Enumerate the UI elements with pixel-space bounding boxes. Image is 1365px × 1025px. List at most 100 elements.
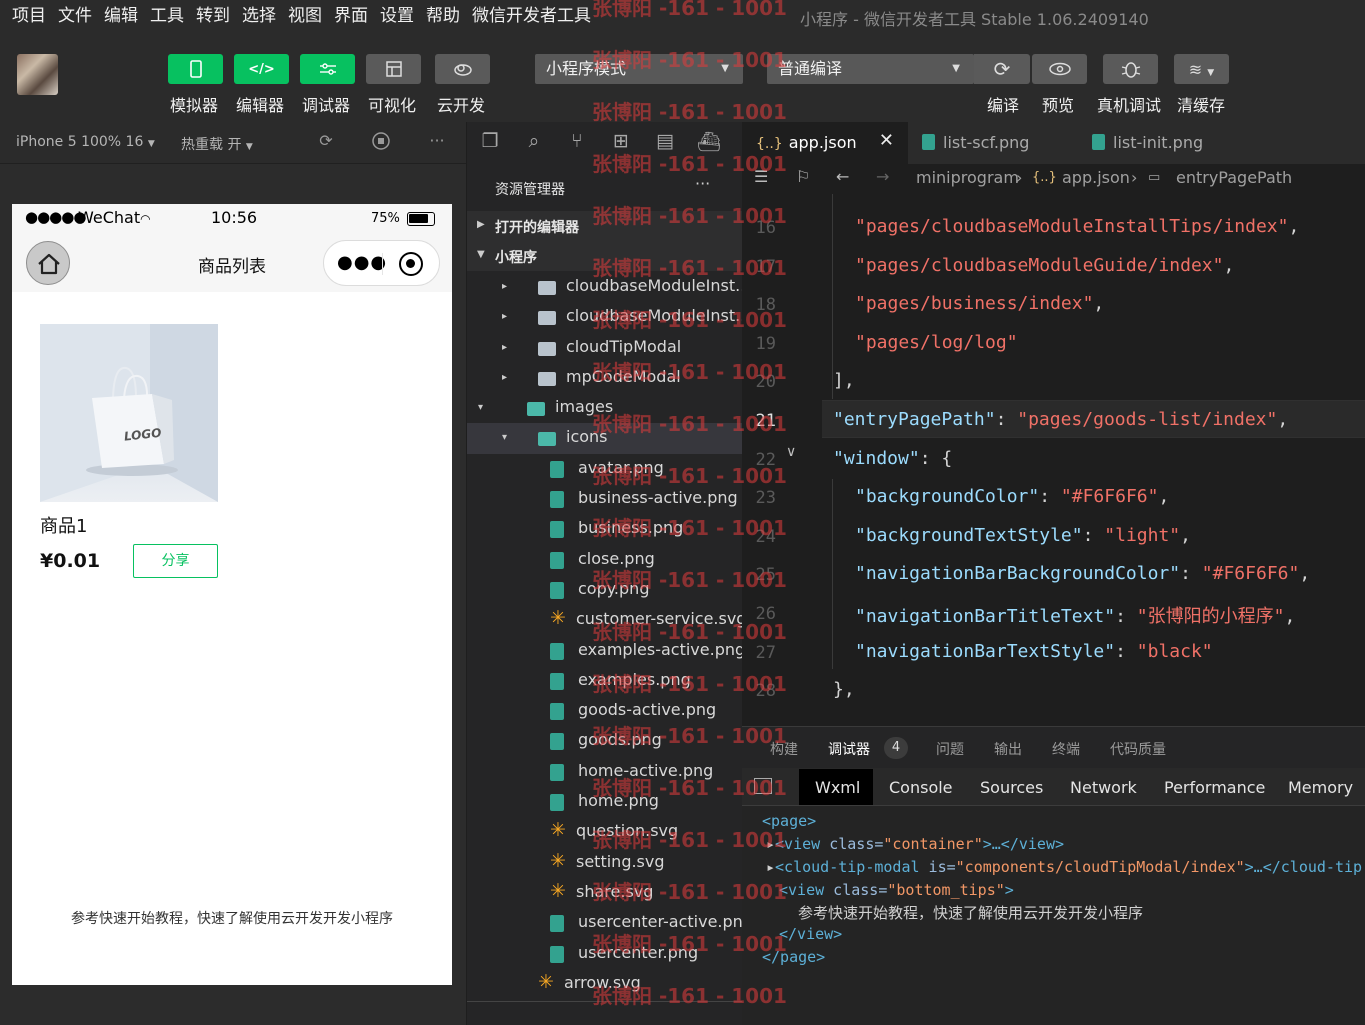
compile-button[interactable]: ⟳ bbox=[974, 54, 1030, 84]
file-item[interactable]: usercenter.png bbox=[467, 939, 742, 969]
code-token: "pages/goods-list/index" bbox=[1017, 409, 1278, 430]
file-item[interactable]: ✳ setting.svg bbox=[467, 848, 742, 878]
file-item[interactable]: goods.png bbox=[467, 726, 742, 756]
tab-issues[interactable]: 问题 bbox=[936, 739, 964, 759]
preview-button[interactable] bbox=[1032, 54, 1087, 84]
search-icon[interactable]: ⌕ bbox=[521, 130, 547, 156]
menu-item[interactable]: 界面 bbox=[334, 4, 368, 28]
more-dots-icon[interactable]: ●●● bbox=[337, 252, 387, 273]
project-section[interactable]: ▼ 小程序 bbox=[467, 241, 742, 271]
code-editor[interactable]: 16 17 18 19 20 21 22 23 24 25 26 27 28 ∨ "pages/clou… bbox=[742, 194, 1365, 726]
file-item[interactable]: business-active.png bbox=[467, 484, 742, 514]
tab-output[interactable]: 输出 bbox=[994, 739, 1022, 759]
tab-debugger[interactable]: 调试器 bbox=[828, 739, 870, 759]
devtools-tab-performance[interactable]: Performance bbox=[1164, 778, 1265, 797]
avatar[interactable] bbox=[17, 54, 58, 95]
extensions-icon[interactable]: ⊞ bbox=[608, 130, 634, 156]
tab-terminal[interactable]: 终端 bbox=[1052, 739, 1080, 759]
cloud-button[interactable] bbox=[435, 54, 490, 84]
clear-cache-button[interactable]: ≋ ▼ bbox=[1174, 54, 1229, 84]
file-item[interactable]: avatar.png bbox=[467, 454, 742, 484]
file-item[interactable]: ✳ share.svg bbox=[467, 878, 742, 908]
menu-item[interactable]: 转到 bbox=[196, 4, 230, 28]
debugger-button[interactable] bbox=[300, 54, 355, 84]
file-item[interactable]: usercenter-active.png bbox=[467, 908, 742, 938]
breadcrumb-file[interactable]: app.json bbox=[1062, 168, 1130, 187]
forward-arrow-icon[interactable]: → bbox=[876, 167, 889, 186]
visual-label: 可视化 bbox=[368, 96, 417, 115]
devtools-tab-wxml[interactable]: Wxml bbox=[815, 778, 860, 797]
back-arrow-icon[interactable]: ← bbox=[836, 167, 849, 186]
devtools-tab-sources[interactable]: Sources bbox=[980, 778, 1043, 797]
file-item[interactable]: copy.png bbox=[467, 575, 742, 605]
close-mini-program-icon[interactable] bbox=[399, 252, 423, 276]
rotate-icon[interactable]: ⟳ bbox=[314, 131, 338, 155]
menu-item[interactable]: 设置 bbox=[380, 4, 414, 28]
more-icon[interactable]: ··· bbox=[695, 174, 710, 193]
remote-debug-button[interactable] bbox=[1103, 54, 1158, 84]
stop-icon[interactable] bbox=[369, 131, 393, 155]
outline-icon[interactable]: ▤ bbox=[652, 130, 678, 156]
file-item[interactable]: goods-active.png bbox=[467, 696, 742, 726]
breadcrumb-symbol[interactable]: entryPagePath bbox=[1176, 168, 1292, 187]
tab-list-scf-png[interactable]: list-scf.png bbox=[908, 122, 1078, 164]
image-file-icon bbox=[550, 794, 564, 812]
close-icon[interactable]: ✕ bbox=[879, 130, 894, 151]
menu-item[interactable]: 视图 bbox=[288, 4, 322, 28]
folder-item[interactable]: ▸ mpCodeModal bbox=[467, 363, 742, 393]
mode-select[interactable]: 小程序模式 ▼ bbox=[535, 54, 743, 84]
file-item[interactable]: home.png bbox=[467, 787, 742, 817]
compile-mode-select[interactable]: 普通编译 ▼ bbox=[767, 54, 974, 84]
tab-build[interactable]: 构建 bbox=[770, 739, 798, 759]
wxml-bottom-tips-node[interactable]: <view class="bottom_tips"> bbox=[779, 881, 1014, 899]
list-icon[interactable]: ☰ bbox=[754, 167, 768, 186]
files-icon[interactable]: ❐ bbox=[477, 130, 503, 156]
file-item[interactable]: ✳ question.svg bbox=[467, 817, 742, 847]
folder-item[interactable]: ▸ cloudbaseModuleInst... bbox=[467, 302, 742, 332]
goods-image[interactable]: LOGO bbox=[40, 324, 218, 502]
tab-list-init-png[interactable]: list-init.png bbox=[1078, 122, 1248, 164]
git-branch-icon[interactable]: ⑂ bbox=[564, 130, 590, 156]
device-select[interactable]: iPhone 5 100% 16 ▼ bbox=[16, 134, 155, 150]
wxml-page-open[interactable]: <page> bbox=[762, 812, 816, 830]
file-item[interactable]: ✳ customer-service.svg bbox=[467, 605, 742, 635]
menu-item[interactable]: 工具 bbox=[150, 4, 184, 28]
inspect-element-icon[interactable] bbox=[754, 778, 772, 794]
file-item[interactable]: ✳ arrow.svg bbox=[467, 969, 742, 999]
folder-item[interactable]: ▸ cloudTipModal bbox=[467, 333, 742, 363]
folder-item[interactable]: ▸ cloudbaseModuleInst... bbox=[467, 272, 742, 302]
devtools-tab-network[interactable]: Network bbox=[1070, 778, 1137, 797]
breadcrumb-root[interactable]: miniprogram bbox=[916, 168, 1019, 187]
file-item[interactable]: examples-active.png bbox=[467, 636, 742, 666]
wxml-container-node[interactable]: ▸<view class="container">…</view> bbox=[766, 835, 1064, 853]
share-button[interactable]: 分享 bbox=[133, 544, 218, 578]
file-item[interactable]: close.png bbox=[467, 545, 742, 575]
devtools-tab-memory[interactable]: Memory bbox=[1288, 778, 1353, 797]
file-item[interactable]: home-active.png bbox=[467, 757, 742, 787]
menu-item[interactable]: 微信开发者工具 bbox=[472, 4, 591, 28]
docker-icon[interactable]: ⛴ bbox=[696, 130, 722, 156]
file-name: setting.svg bbox=[576, 851, 665, 871]
folder-item[interactable]: ▾ images bbox=[467, 393, 742, 423]
visual-button[interactable] bbox=[366, 54, 421, 84]
editor-button[interactable]: </> bbox=[234, 54, 289, 84]
simulator-button[interactable] bbox=[168, 54, 223, 84]
devtools-tab-console[interactable]: Console bbox=[889, 778, 953, 797]
wxml-cloud-tip-node[interactable]: ▸<cloud-tip-modal is="components/cloudTi… bbox=[766, 858, 1362, 876]
more-icon[interactable]: ··· bbox=[425, 131, 449, 155]
tab-app-json[interactable]: {..} app.json ✕ bbox=[742, 122, 908, 164]
menu-item[interactable]: 项目 bbox=[12, 4, 46, 28]
bookmark-icon[interactable]: ⚐ bbox=[796, 167, 810, 186]
menu-item[interactable]: 帮助 bbox=[426, 4, 460, 28]
file-item[interactable]: business.png bbox=[467, 514, 742, 544]
menu-item[interactable]: 选择 bbox=[242, 4, 276, 28]
menu-item[interactable]: 编辑 bbox=[104, 4, 138, 28]
file-item[interactable]: examples.png bbox=[467, 666, 742, 696]
hot-reload-select[interactable]: 热重载 开 ▼ bbox=[181, 134, 253, 154]
tab-code-quality[interactable]: 代码质量 bbox=[1110, 739, 1166, 759]
menu-item[interactable]: 文件 bbox=[58, 4, 92, 28]
open-editors-section[interactable]: ▶ 打开的编辑器 bbox=[467, 211, 742, 241]
chevron-right-icon: ▸ bbox=[502, 281, 508, 292]
folder-item[interactable]: ▾ icons bbox=[467, 423, 742, 454]
chevron-down-icon[interactable]: ∨ bbox=[786, 444, 796, 460]
